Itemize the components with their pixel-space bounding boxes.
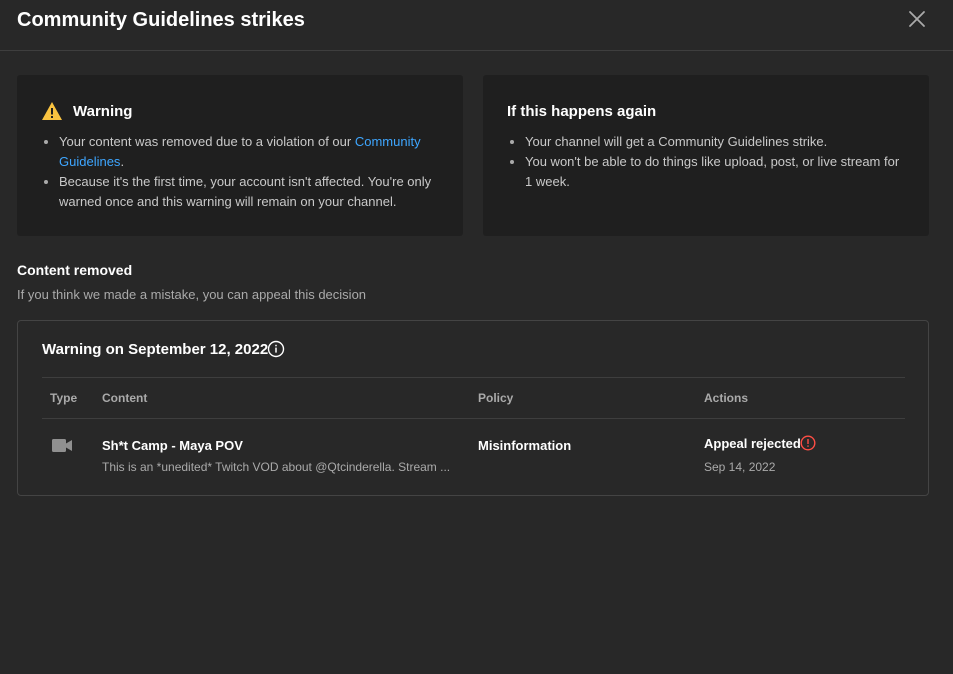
appeal-status: Appeal rejected <box>704 436 801 451</box>
warning-triangle-icon <box>42 102 62 120</box>
strikes-dialog: Community Guidelines strikes Warning You… <box>0 0 953 674</box>
column-header-content: Content <box>102 391 148 405</box>
strike-panel: Warning on September 12, 2022 Type Conte… <box>17 320 929 496</box>
table-divider <box>42 377 905 378</box>
close-button[interactable] <box>904 6 930 32</box>
video-title-link[interactable]: Sh*t Camp - Maya POV <box>102 438 243 453</box>
warning-bullet: Because it's the first time, your accoun… <box>41 172 451 212</box>
again-bullet: Your channel will get a Community Guidel… <box>507 132 907 152</box>
close-icon <box>909 11 925 27</box>
dialog-header: Community Guidelines strikes <box>0 0 953 51</box>
strike-title: Warning on September 12, 2022 <box>42 341 269 358</box>
if-happens-again-card: If this happens again Your channel will … <box>483 75 929 236</box>
column-header-type: Type <box>50 391 78 405</box>
content-removed-title: Content removed <box>17 262 133 278</box>
info-icon[interactable] <box>267 340 285 358</box>
warning-bullet-text: Your content was removed due to a violat… <box>59 134 355 149</box>
warning-bullet-suffix: . <box>120 154 125 169</box>
column-header-policy: Policy <box>478 391 514 405</box>
warning-bullets: Your content was removed due to a violat… <box>41 132 451 212</box>
content-removed-subtitle: If you think we made a mistake, you can … <box>17 287 367 302</box>
warning-card: Warning Your content was removed due to … <box>17 75 463 236</box>
video-description: This is an *unedited* Twitch VOD about @… <box>102 460 451 474</box>
if-happens-again-title: If this happens again <box>507 103 657 120</box>
warning-bullet: Your content was removed due to a violat… <box>41 132 451 172</box>
video-camera-icon <box>52 439 72 452</box>
warning-title: Warning <box>73 103 133 120</box>
appeal-date: Sep 14, 2022 <box>704 460 776 474</box>
alert-circle-icon[interactable] <box>800 435 816 451</box>
column-header-actions: Actions <box>704 391 749 405</box>
dialog-title: Community Guidelines strikes <box>17 9 305 31</box>
table-divider <box>42 418 905 419</box>
if-happens-again-bullets: Your channel will get a Community Guidel… <box>507 132 907 192</box>
policy-value: Misinformation <box>478 438 572 453</box>
again-bullet: You won't be able to do things like uplo… <box>507 152 907 192</box>
